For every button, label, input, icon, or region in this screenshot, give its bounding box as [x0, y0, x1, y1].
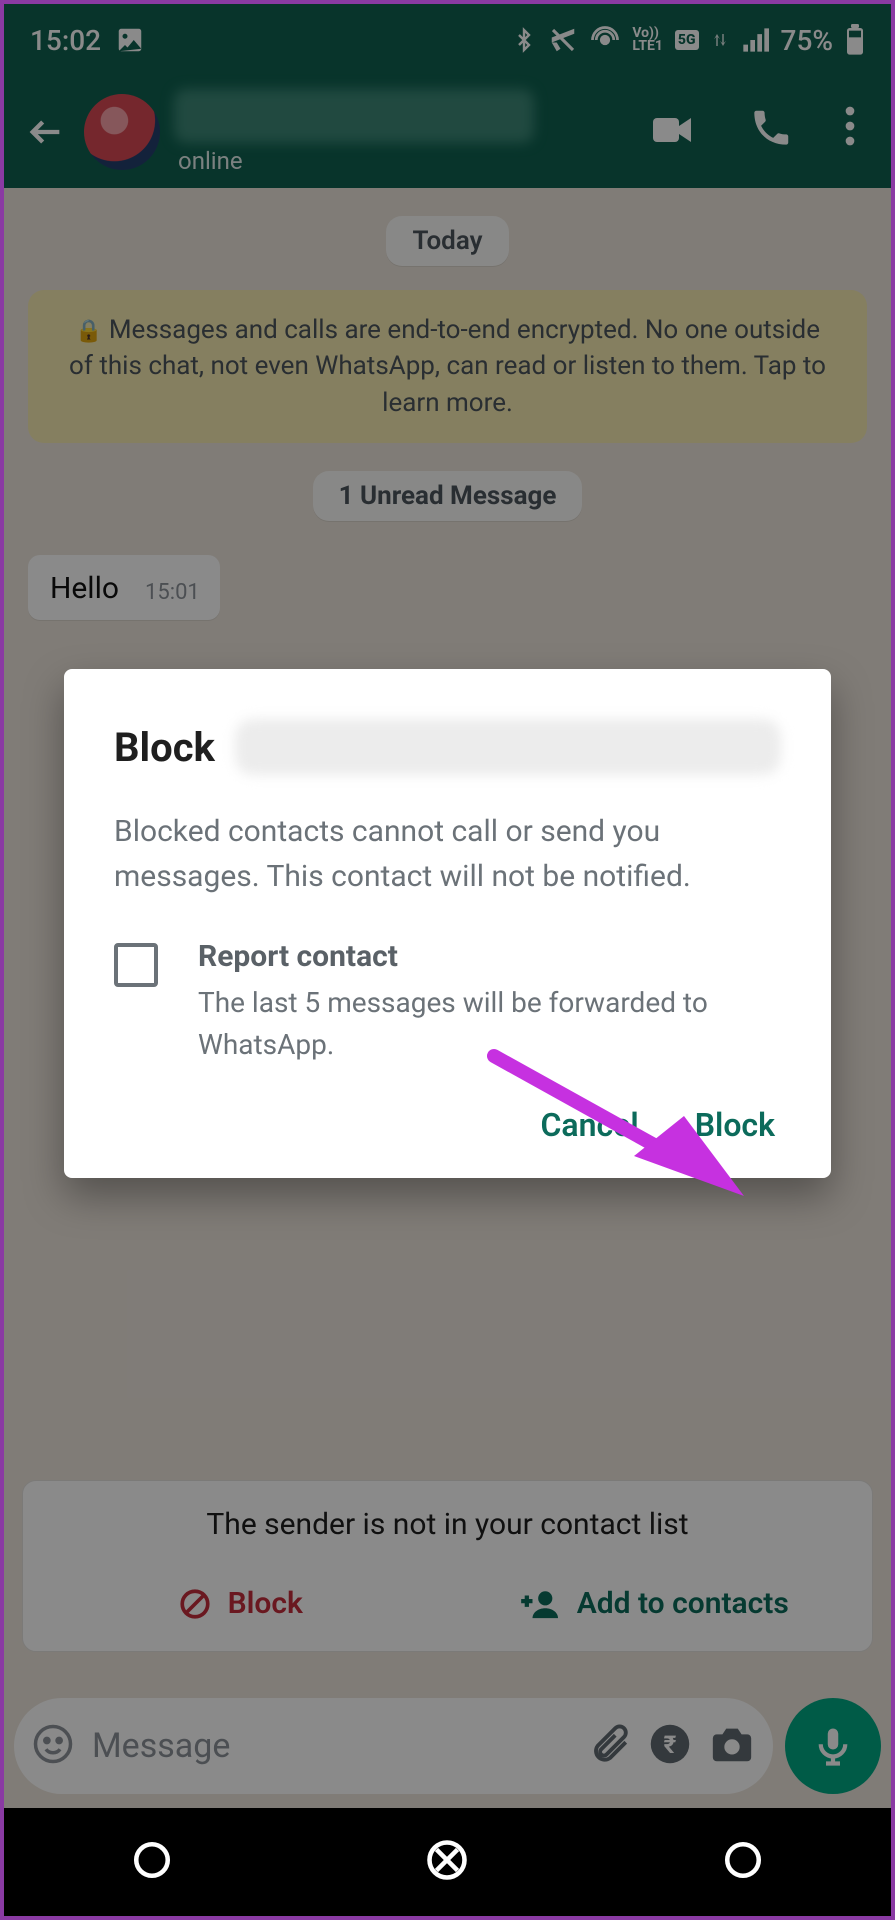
nav-back-button[interactable] [722, 1839, 764, 1885]
nav-recents-button[interactable] [131, 1839, 173, 1885]
nav-home-button[interactable] [426, 1839, 468, 1885]
dialog-description: Blocked contacts cannot call or send you… [114, 809, 781, 899]
report-title: Report contact [198, 939, 781, 974]
report-description: The last 5 messages will be forwarded to… [198, 982, 781, 1066]
dialog-contact-name-redacted [235, 719, 781, 775]
block-button[interactable]: Block [695, 1106, 775, 1144]
block-dialog: Block Blocked contacts cannot call or se… [64, 669, 831, 1178]
dialog-title: Block [114, 724, 215, 771]
system-nav-bar [4, 1808, 891, 1916]
report-checkbox[interactable] [114, 943, 158, 987]
cancel-button[interactable]: Cancel [540, 1106, 638, 1144]
